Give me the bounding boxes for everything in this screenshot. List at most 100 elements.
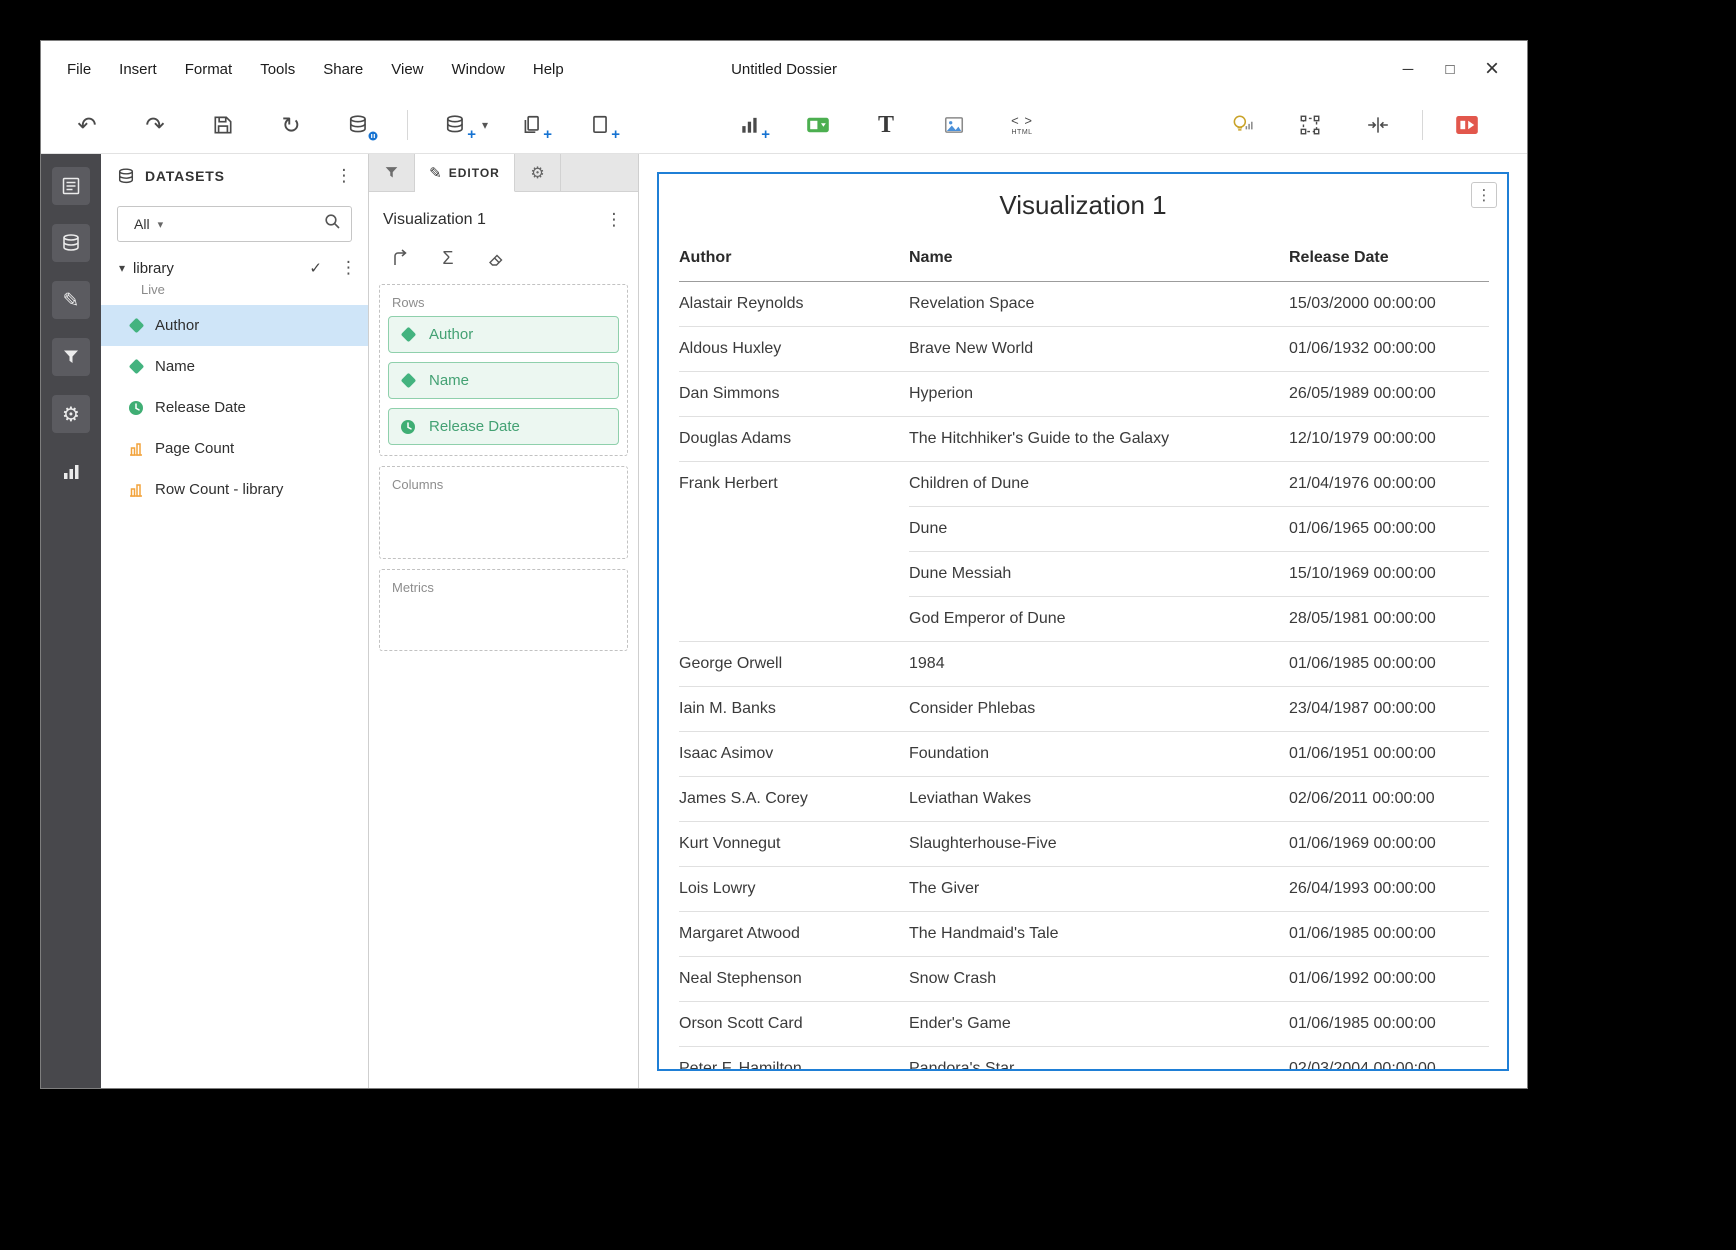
search-icon[interactable] (324, 213, 341, 235)
search-filter-dropdown[interactable]: All (134, 216, 150, 232)
close-button[interactable]: × (1471, 49, 1513, 89)
release-date-cell[interactable]: 01/06/1965 00:00:00 (1289, 506, 1489, 551)
maximize-button[interactable]: □ (1429, 49, 1471, 89)
author-cell[interactable]: Kurt Vonnegut (679, 821, 909, 866)
chip-name[interactable]: Name (388, 362, 619, 399)
refresh-button[interactable]: ↻ (271, 105, 311, 145)
field-name[interactable]: Name (101, 346, 368, 387)
release-date-cell[interactable]: 26/04/1993 00:00:00 (1289, 866, 1489, 911)
author-cell[interactable]: James S.A. Corey (679, 776, 909, 821)
add-page-button[interactable]: + (580, 105, 620, 145)
dataset-status-button[interactable] (339, 105, 379, 145)
name-cell[interactable]: God Emperor of Dune (909, 596, 1289, 641)
menu-format[interactable]: Format (171, 61, 247, 78)
minimize-button[interactable]: ─ (1387, 49, 1429, 89)
author-cell[interactable]: Douglas Adams (679, 416, 909, 461)
filter-panel-button[interactable] (52, 338, 90, 376)
release-date-cell[interactable]: 01/06/1985 00:00:00 (1289, 911, 1489, 956)
name-cell[interactable]: Slaughterhouse-Five (909, 821, 1289, 866)
name-cell[interactable]: Foundation (909, 731, 1289, 776)
field-release-date[interactable]: Release Date (101, 387, 368, 428)
name-cell[interactable]: Consider Phlebas (909, 686, 1289, 731)
name-cell[interactable]: Brave New World (909, 326, 1289, 371)
author-cell[interactable]: George Orwell (679, 641, 909, 686)
undo-button[interactable]: ↶ (67, 105, 107, 145)
columns-drop-zone[interactable]: Columns (379, 466, 628, 559)
author-cell[interactable]: Iain M. Banks (679, 686, 909, 731)
duplicate-page-button[interactable]: + (512, 105, 552, 145)
release-date-cell[interactable]: 23/04/1987 00:00:00 (1289, 686, 1489, 731)
column-header-author[interactable]: Author (679, 235, 909, 281)
selection-frame-button[interactable] (1290, 105, 1330, 145)
chip-author[interactable]: Author (388, 316, 619, 353)
settings-panel-button[interactable]: ⚙ (52, 395, 90, 433)
chip-release-date[interactable]: Release Date (388, 408, 619, 445)
insights-button[interactable] (1222, 105, 1262, 145)
release-date-cell[interactable]: 15/03/2000 00:00:00 (1289, 281, 1489, 326)
menu-insert[interactable]: Insert (105, 61, 171, 78)
name-cell[interactable]: The Giver (909, 866, 1289, 911)
redo-button[interactable]: ↷ (135, 105, 175, 145)
name-cell[interactable]: Pandora's Star (909, 1046, 1289, 1071)
dataset-search-box[interactable]: All ▾ (117, 206, 352, 242)
totals-button[interactable]: Σ (433, 246, 463, 270)
author-cell[interactable]: Isaac Asimov (679, 731, 909, 776)
name-cell[interactable]: 1984 (909, 641, 1289, 686)
release-date-cell[interactable]: 12/10/1979 00:00:00 (1289, 416, 1489, 461)
insert-image-button[interactable] (934, 105, 974, 145)
author-cell[interactable]: Aldous Huxley (679, 326, 909, 371)
metrics-drop-zone[interactable]: Metrics (379, 569, 628, 651)
release-date-cell[interactable]: 02/03/2004 00:00:00 (1289, 1046, 1489, 1071)
release-date-cell[interactable]: 01/06/1985 00:00:00 (1289, 641, 1489, 686)
insert-filter-panel-button[interactable] (798, 105, 838, 145)
release-date-cell[interactable]: 01/06/1932 00:00:00 (1289, 326, 1489, 371)
field-row-count[interactable]: Row Count - library (101, 469, 368, 510)
release-date-cell[interactable]: 02/06/2011 00:00:00 (1289, 776, 1489, 821)
contents-panel-button[interactable] (52, 167, 90, 205)
rows-drop-zone[interactable]: Rows Author Name Release (379, 284, 628, 456)
author-cell[interactable]: Peter F. Hamilton (679, 1046, 909, 1071)
author-cell[interactable]: Orson Scott Card (679, 1001, 909, 1046)
release-date-cell[interactable]: 21/04/1976 00:00:00 (1289, 461, 1489, 506)
name-cell[interactable]: Ender's Game (909, 1001, 1289, 1046)
insert-html-button[interactable]: < > HTML (1002, 105, 1042, 145)
field-author[interactable]: Author (101, 305, 368, 346)
menu-window[interactable]: Window (438, 61, 519, 78)
name-cell[interactable]: Leviathan Wakes (909, 776, 1289, 821)
column-header-name[interactable]: Name (909, 235, 1289, 281)
author-cell[interactable]: Margaret Atwood (679, 911, 909, 956)
menu-view[interactable]: View (377, 61, 437, 78)
name-cell[interactable]: Revelation Space (909, 281, 1289, 326)
menu-share[interactable]: Share (309, 61, 377, 78)
release-date-cell[interactable]: 26/05/1989 00:00:00 (1289, 371, 1489, 416)
release-date-cell[interactable]: 15/10/1969 00:00:00 (1289, 551, 1489, 596)
release-date-cell[interactable]: 01/06/1992 00:00:00 (1289, 956, 1489, 1001)
release-date-cell[interactable]: 01/06/1951 00:00:00 (1289, 731, 1489, 776)
author-cell[interactable]: Alastair Reynolds (679, 281, 909, 326)
name-cell[interactable]: Hyperion (909, 371, 1289, 416)
add-data-button[interactable]: + (436, 105, 476, 145)
name-cell[interactable]: The Hitchhiker's Guide to the Galaxy (909, 416, 1289, 461)
tab-filter[interactable] (369, 154, 415, 191)
field-page-count[interactable]: Page Count (101, 428, 368, 469)
name-cell[interactable]: The Handmaid's Tale (909, 911, 1289, 956)
insert-text-button[interactable]: T (866, 105, 906, 145)
caret-down-icon[interactable]: ▾ (119, 261, 125, 275)
release-date-cell[interactable]: 01/06/1985 00:00:00 (1289, 1001, 1489, 1046)
menu-tools[interactable]: Tools (246, 61, 309, 78)
insert-visualization-button[interactable]: + (730, 105, 770, 145)
name-cell[interactable]: Snow Crash (909, 956, 1289, 1001)
tab-format[interactable]: ⚙ (515, 154, 561, 191)
name-cell[interactable]: Dune (909, 506, 1289, 551)
visualization-gallery-button[interactable] (52, 452, 90, 490)
fit-contents-button[interactable] (1358, 105, 1398, 145)
name-cell[interactable]: Dune Messiah (909, 551, 1289, 596)
release-date-cell[interactable]: 01/06/1969 00:00:00 (1289, 821, 1489, 866)
column-header-release-date[interactable]: Release Date (1289, 235, 1489, 281)
dataset-menu-button[interactable]: ⋮ (340, 258, 354, 278)
tab-editor[interactable]: ✎ EDITOR (415, 154, 515, 192)
edit-panel-button[interactable]: ✎ (52, 281, 90, 319)
viz-editor-menu-button[interactable]: ⋮ (604, 210, 624, 230)
swap-axes-button[interactable] (385, 246, 415, 270)
menu-file[interactable]: File (53, 61, 105, 78)
